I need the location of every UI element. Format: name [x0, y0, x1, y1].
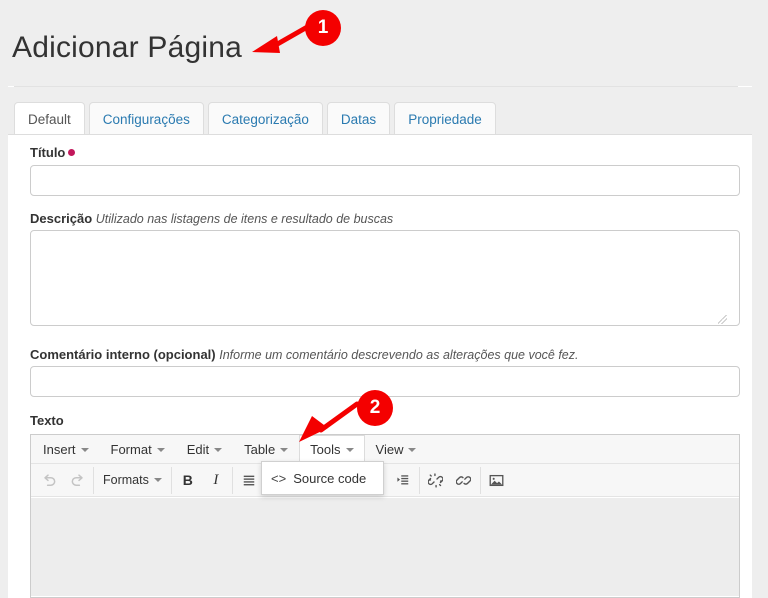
link-icon[interactable]: [450, 468, 478, 493]
descricao-hint: Utilizado nas listagens de itens e resul…: [96, 212, 393, 226]
toolbar-group-history: [33, 467, 94, 494]
italic-icon[interactable]: I: [202, 468, 230, 493]
descricao-textarea[interactable]: [30, 230, 740, 326]
descricao-label: Descrição Utilizado nas listagens de ite…: [30, 211, 393, 227]
comentario-label: Comentário interno (opcional) Informe um…: [30, 347, 578, 363]
menu-view[interactable]: View: [365, 435, 428, 463]
chevron-down-icon: [346, 448, 354, 452]
tools-menu-item-source-code[interactable]: <> Source code: [261, 461, 384, 495]
menu-edit-label: Edit: [187, 442, 209, 457]
menu-table-label: Table: [244, 442, 275, 457]
source-code-icon: <>: [271, 471, 286, 486]
unlink-icon[interactable]: [422, 468, 450, 493]
editor-toolbar: Formats B I: [31, 464, 739, 497]
descricao-label-text: Descrição: [30, 211, 92, 226]
toolbar-group-style: B I: [172, 467, 233, 494]
editor-content-area[interactable]: [31, 497, 739, 596]
chevron-down-icon: [81, 448, 89, 452]
titulo-input[interactable]: [30, 165, 740, 196]
toolbar-group-formats: Formats: [94, 467, 172, 494]
tab-list: Default Configurações Categorização Data…: [14, 95, 500, 135]
chevron-down-icon: [157, 448, 165, 452]
bold-glyph: B: [183, 472, 193, 488]
toolbar-group-links: [420, 467, 481, 494]
tab-datas[interactable]: Datas: [327, 102, 390, 135]
comentario-hint: Informe um comentário descrevendo as alt…: [219, 348, 578, 362]
formats-dropdown-label: Formats: [103, 473, 149, 487]
tab-propriedade[interactable]: Propriedade: [394, 102, 496, 135]
chevron-down-icon: [408, 448, 416, 452]
redo-icon[interactable]: [63, 468, 91, 493]
required-dot-icon: [68, 149, 75, 156]
tab-configuracoes[interactable]: Configurações: [89, 102, 204, 135]
annotation-badge-1: 1: [305, 10, 341, 46]
chevron-down-icon: [280, 448, 288, 452]
menu-tools[interactable]: Tools: [299, 435, 364, 463]
texto-label: Texto: [30, 413, 64, 429]
chevron-down-icon: [214, 448, 222, 452]
italic-glyph: I: [213, 472, 218, 489]
menu-edit[interactable]: Edit: [176, 435, 233, 463]
menu-format[interactable]: Format: [100, 435, 176, 463]
formats-dropdown[interactable]: Formats: [96, 468, 169, 493]
tab-strip: Default Configurações Categorização Data…: [8, 87, 752, 135]
menu-view-label: View: [376, 442, 404, 457]
indent-icon[interactable]: [389, 468, 417, 493]
image-icon[interactable]: [483, 468, 511, 493]
align-left-icon[interactable]: [235, 468, 263, 493]
form-body: Título Descrição Utilizado nas listagens…: [8, 135, 752, 598]
comentario-label-text: Comentário interno (opcional): [30, 347, 216, 362]
toolbar-group-media: [481, 467, 513, 494]
menu-insert[interactable]: Insert: [32, 435, 100, 463]
page-root: Adicionar Página Default Configurações C…: [0, 0, 768, 598]
menu-format-label: Format: [111, 442, 152, 457]
undo-icon[interactable]: [35, 468, 63, 493]
annotation-badge-2: 2: [357, 390, 393, 426]
menu-insert-label: Insert: [43, 442, 76, 457]
editor-menubar: Insert Format Edit Table Tools: [31, 435, 739, 464]
tab-default[interactable]: Default: [14, 102, 85, 135]
rich-text-editor: Insert Format Edit Table Tools: [30, 434, 740, 598]
tab-categorizacao[interactable]: Categorização: [208, 102, 323, 135]
chevron-down-icon: [154, 478, 162, 482]
titulo-label-text: Título: [30, 145, 65, 160]
source-code-label: Source code: [293, 471, 366, 486]
menu-tools-label: Tools: [310, 442, 340, 457]
bold-icon[interactable]: B: [174, 468, 202, 493]
titulo-label: Título: [30, 145, 75, 161]
menu-table[interactable]: Table: [233, 435, 299, 463]
page-title: Adicionar Página: [12, 30, 242, 66]
